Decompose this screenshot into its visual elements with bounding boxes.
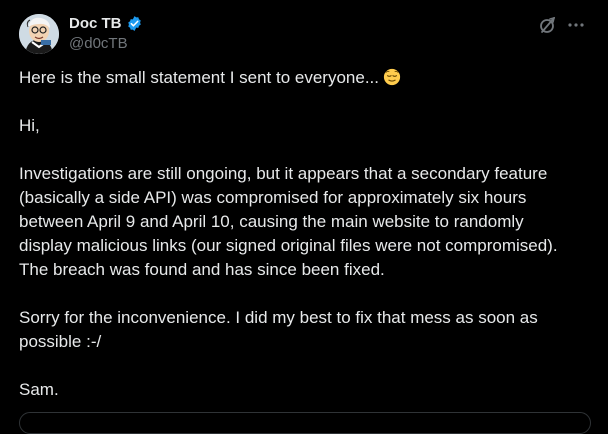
relieved-face-emoji-icon: [383, 68, 401, 86]
post-greeting: Hi,: [19, 116, 40, 135]
avatar-image: [19, 14, 59, 54]
post: Doc TB @d0cTB Here is the small statemen…: [0, 0, 608, 434]
post-paragraph-1-line: Investigations are still ongoing, but it…: [19, 164, 548, 183]
post-paragraph-1-line: between April 9 and April 10, causing th…: [19, 212, 524, 231]
verified-badge-icon: [126, 15, 143, 32]
post-intro: Here is the small statement I sent to ev…: [19, 68, 379, 87]
post-signature: Sam.: [19, 380, 59, 399]
post-paragraph-1: Investigations are still ongoing, but it…: [19, 162, 594, 282]
author-name-row[interactable]: Doc TB: [69, 15, 143, 32]
post-paragraph-2: Sorry for the inconvenience. I did my be…: [19, 306, 594, 354]
avatar[interactable]: [19, 14, 59, 54]
post-paragraph-1-line: (basically a side API) was compromised f…: [19, 188, 527, 207]
grok-icon[interactable]: [538, 15, 558, 35]
post-paragraph-2-line: possible :-/: [19, 332, 102, 351]
post-paragraph-1-line: display malicious links (our signed orig…: [19, 236, 558, 255]
post-intro-line: Here is the small statement I sent to ev…: [19, 66, 594, 90]
post-text: Here is the small statement I sent to ev…: [19, 66, 594, 402]
author-display-name[interactable]: Doc TB: [69, 15, 122, 32]
author-handle[interactable]: @d0cTB: [69, 35, 128, 52]
embedded-card[interactable]: [19, 412, 591, 434]
post-paragraph-2-line: Sorry for the inconvenience. I did my be…: [19, 308, 538, 327]
post-paragraph-1-line: The breach was found and has since been …: [19, 260, 385, 279]
more-options-icon[interactable]: [566, 15, 586, 35]
